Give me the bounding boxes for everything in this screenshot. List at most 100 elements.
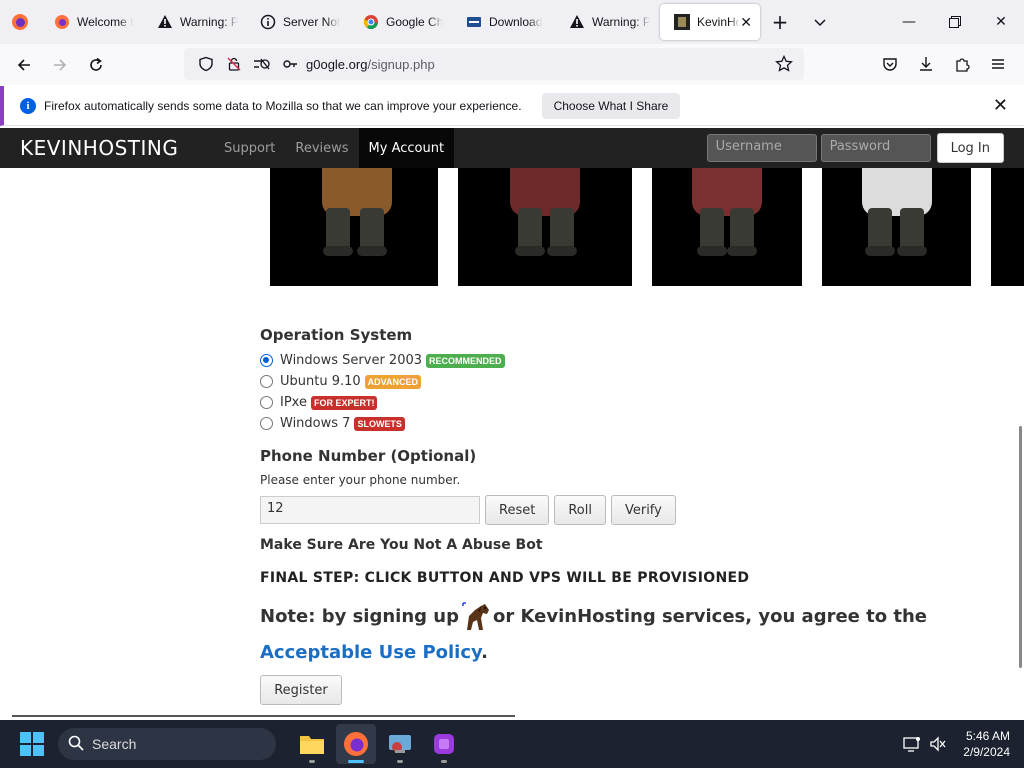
os-option-ipxe[interactable]: IPxe FOR EXPERT!: [260, 392, 980, 413]
site-navbar: KEVINHOSTING Support Reviews My Account …: [0, 128, 1024, 168]
bookmark-star-icon[interactable]: [770, 55, 798, 73]
tab-google-chrome[interactable]: Google Ch: [349, 4, 452, 40]
tab-warning-2[interactable]: Warning: P: [555, 4, 658, 40]
os-option-label: Windows Server 2003: [280, 353, 423, 368]
forward-icon[interactable]: [42, 49, 78, 81]
tab-title: Google Ch: [386, 15, 444, 29]
nav-support[interactable]: Support: [214, 128, 285, 168]
vmware-taskbar-icon[interactable]: [380, 724, 420, 764]
vertical-scrollbar[interactable]: [1019, 426, 1022, 668]
pocket-icon[interactable]: [872, 48, 908, 80]
password-input[interactable]: Password: [820, 134, 931, 162]
data-collection-notification: i Firefox automatically sends some data …: [0, 86, 1024, 126]
roll-button[interactable]: Roll: [554, 495, 606, 525]
tab-download[interactable]: Download: [452, 4, 555, 40]
os-heading: Operation System: [260, 326, 413, 344]
close-window-icon[interactable]: ✕: [978, 0, 1024, 44]
search-label: Search: [92, 736, 137, 752]
reset-button[interactable]: Reset: [485, 495, 550, 525]
os-option-label: IPxe: [280, 395, 307, 410]
signup-form: Operation System Windows Server 2003 REC…: [260, 326, 980, 705]
taskbar-clock[interactable]: 5:46 AM 2/9/2024: [963, 728, 1010, 760]
expert-badge: FOR EXPERT!: [310, 395, 378, 410]
advanced-badge: ADVANCED: [364, 374, 422, 389]
radio-button[interactable]: [260, 396, 273, 409]
horse-cursor-icon: [459, 602, 493, 632]
os-option-windows-server-2003[interactable]: Windows Server 2003 RECOMMENDED: [260, 350, 980, 371]
firefox-view-icon[interactable]: [0, 0, 40, 44]
character-image[interactable]: [652, 168, 802, 286]
firefox-icon: [54, 14, 70, 30]
list-tabs-chevron-icon[interactable]: [800, 4, 840, 40]
restore-icon[interactable]: [932, 0, 978, 44]
nav-my-account[interactable]: My Account: [358, 128, 455, 168]
url-text[interactable]: g0ogle.org/signup.php: [306, 57, 435, 72]
monitor-icon[interactable]: [899, 736, 925, 752]
vmware-icon: [466, 14, 482, 30]
tracking-blocked-icon[interactable]: [220, 56, 248, 72]
os-option-label: Ubuntu 9.10: [280, 374, 361, 389]
tab-server-not-found[interactable]: Server Not: [246, 4, 349, 40]
slow-badge: SLOWETS: [354, 416, 405, 431]
new-tab-icon[interactable]: +: [760, 4, 800, 40]
permissions-icon[interactable]: [248, 56, 276, 72]
extensions-icon[interactable]: [944, 48, 980, 80]
tab-title: Download: [489, 15, 543, 29]
verify-button[interactable]: Verify: [610, 495, 676, 525]
radio-button[interactable]: [260, 354, 273, 367]
tab-welcome[interactable]: Welcome t: [40, 4, 143, 40]
phone-heading: Phone Number (Optional): [260, 447, 477, 465]
final-step-notice: FINAL STEP: CLICK BUTTON AND VPS WILL BE…: [260, 570, 750, 586]
warning-icon: [157, 14, 173, 30]
os-option-windows-7[interactable]: Windows 7 SLOWETS: [260, 413, 980, 434]
close-notification-icon[interactable]: ✕: [993, 95, 1008, 116]
file-explorer-icon[interactable]: [292, 724, 332, 764]
navigation-bar: g0ogle.org/signup.php: [0, 44, 1024, 85]
phone-number-input[interactable]: 12: [260, 496, 480, 524]
login-button[interactable]: Log In: [936, 133, 1004, 163]
phone-hint: Please enter your phone number.: [260, 473, 461, 487]
minimize-icon[interactable]: —: [886, 0, 932, 44]
register-button[interactable]: Register: [260, 675, 342, 705]
tab-title: Warning: P: [592, 15, 650, 29]
downloads-icon[interactable]: [908, 48, 944, 80]
firefox-taskbar-icon[interactable]: [336, 724, 376, 764]
character-image[interactable]: [822, 168, 971, 286]
character-image[interactable]: [991, 168, 1024, 286]
username-input[interactable]: Username: [706, 134, 817, 162]
character-image[interactable]: [458, 168, 632, 286]
page-content: Operation System Windows Server 2003 REC…: [0, 168, 1024, 720]
choose-what-i-share-button[interactable]: Choose What I Share: [541, 92, 681, 119]
os-option-ubuntu[interactable]: Ubuntu 9.10 ADVANCED: [260, 371, 980, 392]
chrome-icon: [363, 14, 379, 30]
taskbar-search[interactable]: Search: [58, 728, 276, 760]
character-image[interactable]: [270, 168, 438, 286]
horizontal-scrollbar[interactable]: [12, 715, 515, 717]
reload-icon[interactable]: [78, 49, 114, 81]
tab-title: KevinHo: [697, 15, 741, 29]
recommended-badge: RECOMMENDED: [426, 353, 505, 368]
radio-button[interactable]: [260, 375, 273, 388]
site-brand[interactable]: KEVINHOSTING: [20, 136, 214, 160]
key-icon[interactable]: [276, 56, 304, 72]
policy-note: Note: by signing up or KevinHosting serv…: [260, 599, 980, 671]
onenote-taskbar-icon[interactable]: [424, 724, 464, 764]
search-icon: [68, 735, 84, 754]
shield-icon[interactable]: [192, 56, 220, 72]
tab-title: Server Not: [283, 15, 341, 29]
volume-muted-icon[interactable]: [925, 736, 951, 752]
tab-kevinhosting[interactable]: KevinHo ✕: [660, 4, 760, 40]
taskbar: Search 5:46 AM 2/9/2024: [0, 720, 1024, 768]
info-icon: i: [20, 97, 36, 114]
windows-start-icon[interactable]: [20, 732, 44, 756]
tab-warning-1[interactable]: Warning: P: [143, 4, 246, 40]
acceptable-use-policy-link[interactable]: Acceptable Use Policy: [260, 642, 481, 663]
nav-reviews[interactable]: Reviews: [285, 128, 358, 168]
radio-button[interactable]: [260, 417, 273, 430]
back-icon[interactable]: [6, 49, 42, 81]
app-menu-icon[interactable]: [980, 48, 1016, 80]
url-bar[interactable]: g0ogle.org/signup.php: [184, 48, 804, 80]
warning-icon: [569, 14, 585, 30]
os-option-label: Windows 7: [280, 416, 351, 431]
close-tab-icon[interactable]: ✕: [740, 14, 752, 31]
